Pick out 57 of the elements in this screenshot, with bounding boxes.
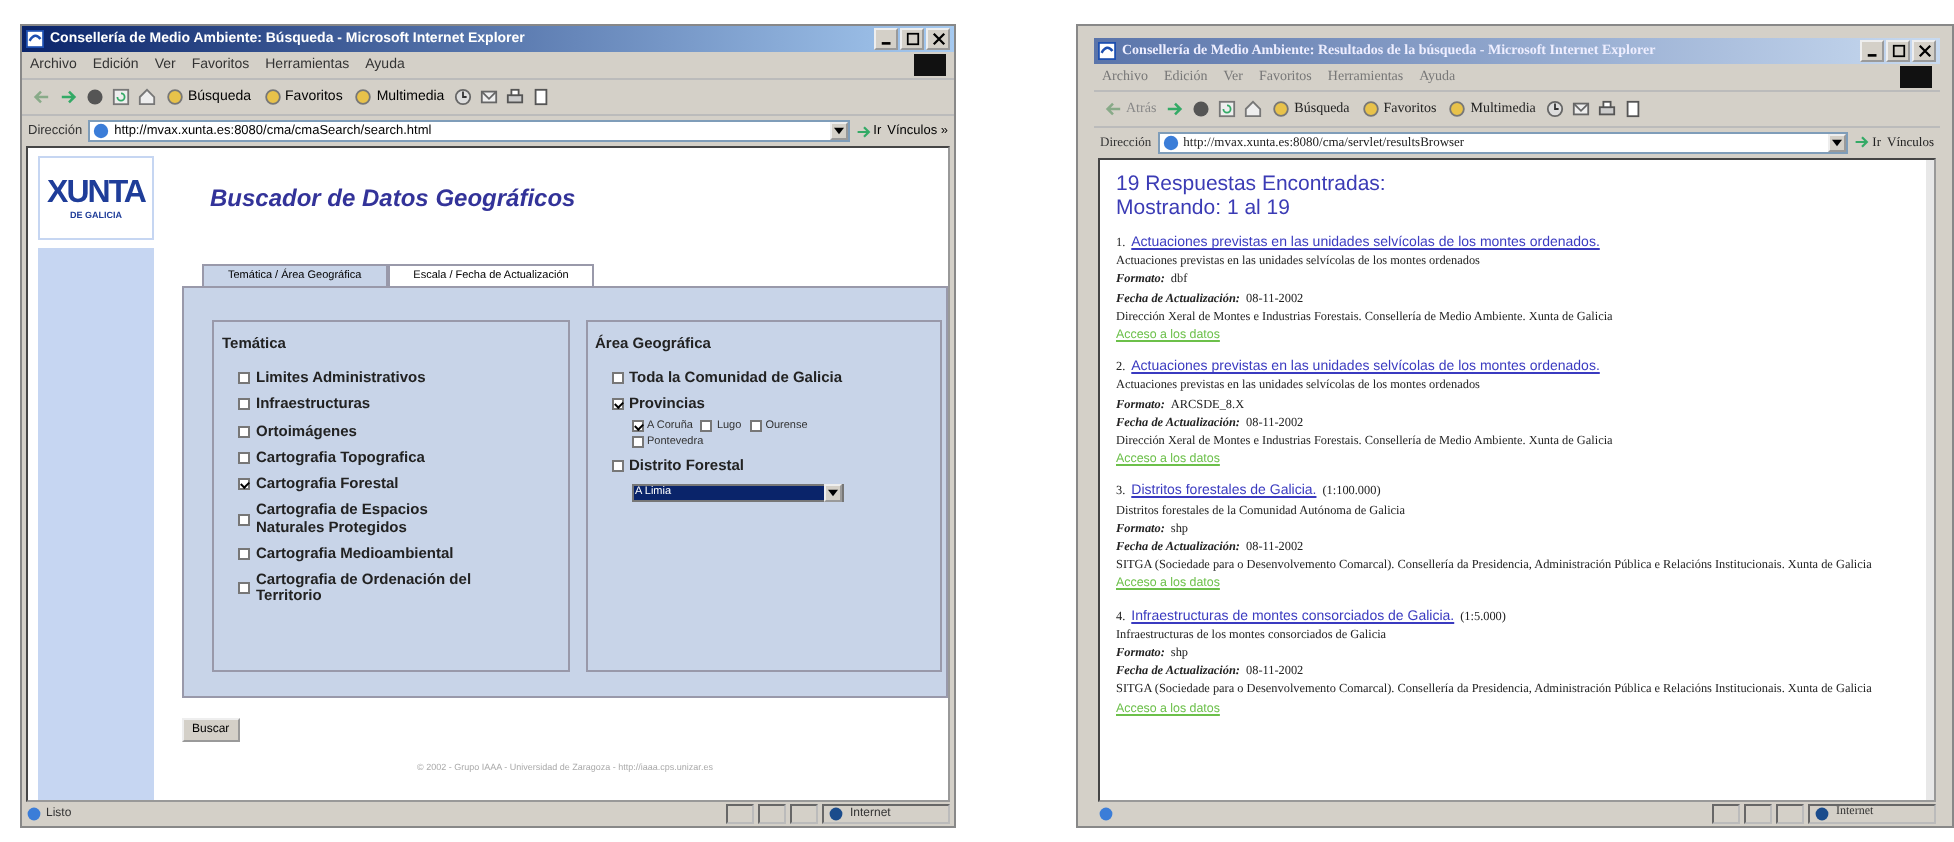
caret-icon	[833, 126, 844, 136]
globe-icon	[828, 806, 844, 822]
page-icon	[92, 122, 111, 140]
toolbar-icon	[354, 88, 373, 106]
stop-icon[interactable]	[1192, 100, 1211, 118]
status-panel	[790, 804, 818, 824]
stop-icon[interactable]	[86, 88, 104, 106]
refresh-icon[interactable]	[1218, 100, 1237, 118]
refresh-icon[interactable]	[112, 88, 130, 106]
print-icon[interactable]	[506, 88, 525, 106]
mail-icon[interactable]	[480, 88, 499, 106]
status-panel	[758, 804, 786, 824]
status-panel	[1776, 804, 1804, 824]
toolbar-icon	[1272, 99, 1291, 118]
close-icon	[1917, 44, 1931, 58]
back-arrow-icon	[1104, 99, 1122, 118]
globe-icon	[1814, 806, 1830, 822]
caret-icon	[827, 487, 837, 498]
print-icon[interactable]	[1597, 100, 1616, 118]
toolbar-icon	[1448, 99, 1467, 118]
home-icon[interactable]	[1244, 100, 1263, 118]
arrow-icon	[1854, 134, 1871, 151]
edit-icon[interactable]	[1623, 100, 1642, 118]
dropdown-button[interactable]	[1828, 134, 1847, 152]
maximize-icon	[905, 32, 919, 46]
close-button[interactable]	[1912, 40, 1936, 62]
maximize-button[interactable]	[900, 28, 924, 50]
back-arrow-icon	[32, 88, 50, 106]
results-range: Mostrando: 1 al 19	[1116, 196, 1292, 220]
toolbar-icon	[263, 88, 282, 106]
browser-icon	[26, 30, 44, 48]
maximize-button[interactable]	[1886, 40, 1910, 62]
results-count: 19 Respuestas Encontradas:	[1116, 172, 1388, 196]
arrow-icon	[855, 123, 872, 139]
edit-icon[interactable]	[532, 88, 551, 106]
toolbar-icon	[166, 88, 184, 106]
mail-icon[interactable]	[1571, 100, 1590, 118]
dropdown-button[interactable]	[829, 122, 848, 140]
caret-icon	[1832, 138, 1843, 148]
page-icon	[1161, 134, 1180, 152]
minimize-button[interactable]	[1860, 40, 1884, 62]
status-panel	[726, 804, 754, 824]
status-panel	[1744, 804, 1772, 824]
browser-icon	[1098, 42, 1116, 60]
minimize-button[interactable]	[874, 28, 898, 50]
status-panel	[1712, 804, 1740, 824]
history-icon[interactable]	[454, 88, 473, 106]
home-icon[interactable]	[138, 88, 156, 106]
scrollbar[interactable]	[1926, 160, 1934, 800]
page-icon	[1098, 806, 1114, 822]
maximize-icon	[1891, 44, 1905, 58]
page-icon	[26, 806, 42, 822]
history-icon[interactable]	[1545, 100, 1564, 118]
toolbar-icon	[1361, 99, 1380, 118]
close-icon	[931, 32, 945, 46]
page-heading: Buscador de Datos Geográficos	[210, 184, 578, 212]
close-button[interactable]	[926, 28, 950, 50]
